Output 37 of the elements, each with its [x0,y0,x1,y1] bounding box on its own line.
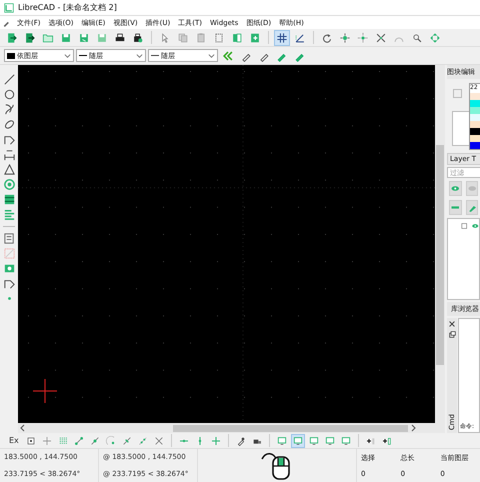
grid-icon[interactable] [274,30,290,46]
color-swatch[interactable] [470,107,480,114]
hatch-icon[interactable] [2,193,16,206]
exclusive-snap-button[interactable]: Ex [6,436,22,445]
color-swatch[interactable] [470,93,480,100]
origin-crosshair-icon [33,379,57,403]
chevron-down-icon [136,52,143,59]
remove-icon[interactable] [449,200,462,215]
checkbox-icon[interactable] [460,221,468,231]
triangle-icon[interactable] [2,163,16,176]
close-icon[interactable] [449,321,455,327]
collapse-button[interactable] [453,89,462,98]
list-icon[interactable] [2,232,16,245]
app-icon [4,2,14,12]
vertical-scrollbar[interactable] [435,65,445,433]
eye-icon[interactable] [449,181,462,196]
curve-icon[interactable] [2,103,16,116]
color-swatch[interactable] [470,128,480,135]
chevron-down-icon [64,52,71,59]
line-icon[interactable] [2,73,16,86]
monitor-icon[interactable] [290,434,305,448]
window-title: LibreCAD - [未命名文档 2] [18,2,117,13]
eye-icon[interactable] [466,181,478,196]
chevron-left-icon[interactable] [19,424,27,432]
ellipse-icon[interactable] [2,118,16,131]
color-swatch[interactable] [470,142,480,149]
horizontal-scrollbar[interactable] [18,423,435,433]
color-swatch[interactable] [470,135,480,142]
eye-icon[interactable] [470,221,479,231]
chevron-down-icon [208,52,215,59]
color-swatch[interactable] [470,121,480,128]
color-swatch[interactable] [470,114,480,121]
chevron-right-icon[interactable] [409,424,417,432]
circle-icon[interactable] [2,88,16,101]
float-icon[interactable] [448,331,456,338]
color-swatch[interactable] [470,100,480,107]
dimension-icon[interactable] [2,148,16,161]
